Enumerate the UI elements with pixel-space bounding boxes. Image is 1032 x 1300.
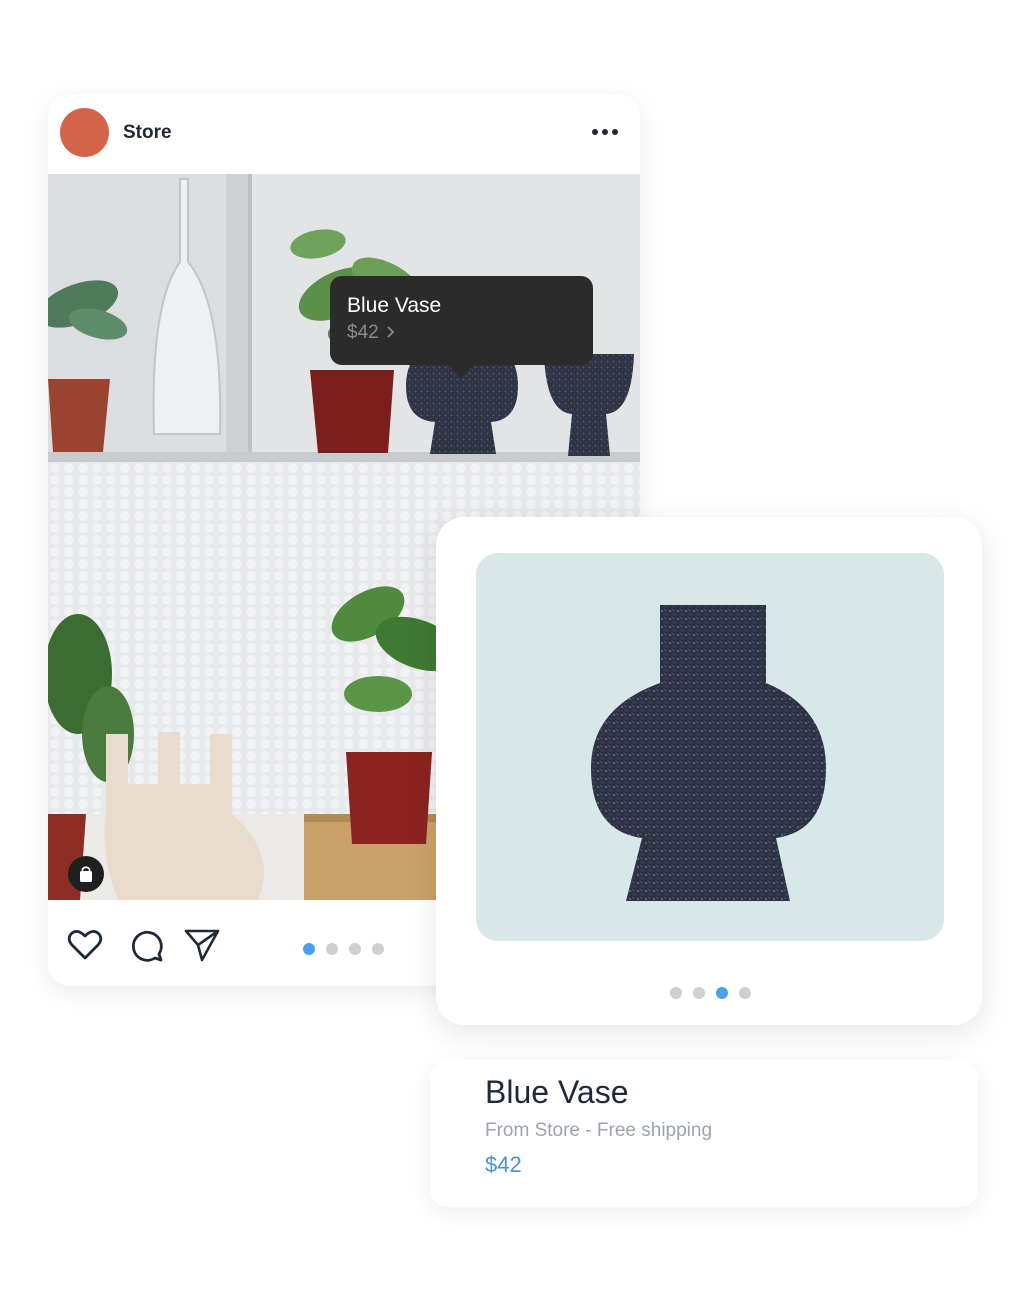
heart-icon[interactable]: [65, 925, 105, 965]
chevron-right-icon: [387, 326, 395, 338]
avatar[interactable]: [60, 108, 109, 157]
product-title: Blue Vase: [485, 1074, 629, 1110]
tag-product-name: Blue Vase: [347, 294, 442, 317]
product-price: $42: [485, 1152, 522, 1177]
carousel-dot[interactable]: [716, 987, 728, 999]
comment-icon[interactable]: [126, 925, 166, 965]
product-subtitle: From Store - Free shipping: [485, 1120, 713, 1141]
carousel-dot[interactable]: [670, 987, 682, 999]
tag-price-value: $42: [347, 322, 379, 343]
carousel-dot[interactable]: [303, 943, 315, 955]
carousel-dot[interactable]: [326, 943, 338, 955]
product-image-card: [436, 517, 982, 1025]
post-header: Store: [48, 94, 640, 174]
carousel-dot[interactable]: [372, 943, 384, 955]
product-carousel-indicator: [670, 987, 751, 999]
shopping-bag-icon[interactable]: [68, 856, 104, 892]
tag-product-price: $42: [347, 322, 396, 344]
blue-vase-image: [591, 605, 826, 901]
post-carousel-indicator: [303, 943, 384, 955]
product-info-card[interactable]: Blue Vase From Store - Free shipping $42: [430, 1060, 978, 1207]
carousel-dot[interactable]: [349, 943, 361, 955]
product-image[interactable]: [476, 553, 944, 941]
carousel-dot[interactable]: [693, 987, 705, 999]
store-name[interactable]: Store: [123, 122, 172, 144]
send-icon[interactable]: [182, 925, 222, 965]
carousel-dot[interactable]: [739, 987, 751, 999]
product-tag-tooltip[interactable]: Blue Vase $42: [330, 276, 593, 378]
more-horizontal-icon[interactable]: [588, 122, 622, 142]
